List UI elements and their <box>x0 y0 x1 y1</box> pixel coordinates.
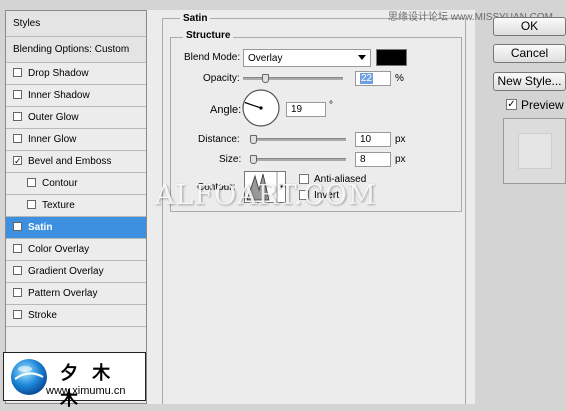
invert-label: Invert <box>314 190 340 201</box>
opacity-slider-track[interactable] <box>243 77 343 80</box>
opacity-value: 22 <box>360 73 374 84</box>
logo-url: www.ximumu.cn <box>46 385 126 397</box>
distance-slider-thumb[interactable] <box>249 135 257 144</box>
chevron-down-icon <box>358 55 366 60</box>
distance-value: 10 <box>360 134 372 145</box>
opacity-label: Opacity: <box>203 73 240 84</box>
style-item-label: Outer Glow <box>28 112 79 123</box>
style-checkbox[interactable] <box>13 112 22 121</box>
blend-mode-value: Overlay <box>248 53 283 64</box>
structure-title: Structure <box>183 30 234 41</box>
style-item-bevel-and-emboss[interactable]: ✓ Bevel and Emboss <box>6 151 146 173</box>
contour-picker[interactable] <box>244 171 286 203</box>
size-label: Size: <box>219 154 242 165</box>
style-checkbox[interactable] <box>13 134 22 143</box>
style-checkbox[interactable] <box>13 90 22 99</box>
size-value: 8 <box>360 154 366 165</box>
distance-unit: px <box>395 134 406 145</box>
preview-label: Preview <box>521 98 564 112</box>
contour-curve-icon <box>245 172 284 202</box>
new-style-button[interactable]: New Style... <box>493 72 566 91</box>
style-item-label: Texture <box>42 200 75 211</box>
contour-label: Contour: <box>197 182 236 193</box>
style-item-satin[interactable]: ✓ Satin <box>6 217 146 239</box>
ok-button[interactable]: OK <box>493 17 566 36</box>
angle-unit: ° <box>329 100 333 111</box>
blending-options-label: Blending Options: Custom <box>13 44 130 55</box>
style-checkbox[interactable] <box>13 288 22 297</box>
style-checkbox[interactable] <box>13 68 22 77</box>
ximumu-logo: 夕 木 木 www.ximumu.cn <box>3 352 146 410</box>
blend-color-swatch[interactable] <box>376 49 407 66</box>
style-item-label: Bevel and Emboss <box>28 156 112 167</box>
style-item-pattern-overlay[interactable]: Pattern Overlay <box>6 283 146 305</box>
style-item-label: Color Overlay <box>28 244 90 255</box>
style-checkbox[interactable] <box>13 310 22 319</box>
style-item-drop-shadow[interactable]: Drop Shadow <box>6 63 146 85</box>
preview-swatch <box>503 118 566 184</box>
opacity-unit: % <box>395 73 404 84</box>
size-slider-thumb[interactable] <box>249 155 257 164</box>
style-checkbox[interactable]: ✓ <box>13 222 22 232</box>
style-item-contour[interactable]: Contour <box>6 173 146 195</box>
style-checkbox[interactable] <box>27 200 36 209</box>
style-item-gradient-overlay[interactable]: Gradient Overlay <box>6 261 146 283</box>
style-item-label: Pattern Overlay <box>28 288 98 299</box>
style-checkbox[interactable] <box>13 266 22 275</box>
style-item-outer-glow[interactable]: Outer Glow <box>6 107 146 129</box>
blending-options-row[interactable]: Blending Options: Custom <box>6 37 146 63</box>
preview-check-icon: ✓ <box>507 99 516 110</box>
distance-slider-track[interactable] <box>250 138 346 141</box>
preview-thumbnail <box>518 133 552 169</box>
style-item-label: Inner Glow <box>28 134 77 145</box>
style-checkbox[interactable]: ✓ <box>13 156 22 166</box>
anti-aliased-checkbox[interactable] <box>299 174 309 184</box>
style-item-texture[interactable]: Texture <box>6 195 146 217</box>
angle-input[interactable]: 19 <box>286 102 326 117</box>
preview-checkbox[interactable]: ✓ <box>506 99 517 110</box>
angle-value: 19 <box>291 104 303 115</box>
angle-dial[interactable] <box>241 88 281 128</box>
anti-aliased-label: Anti-aliased <box>314 174 367 185</box>
style-item-label: Satin <box>28 222 53 233</box>
cancel-button[interactable]: Cancel <box>493 44 566 63</box>
style-checkbox[interactable] <box>27 178 36 187</box>
style-item-stroke[interactable]: Stroke <box>6 305 146 327</box>
angle-label: Angle: <box>210 104 242 116</box>
styles-header-label: Styles <box>13 18 41 29</box>
style-item-label: Inner Shadow <box>28 90 90 101</box>
blend-mode-label: Blend Mode: <box>184 52 241 63</box>
style-item-inner-glow[interactable]: Inner Glow <box>6 129 146 151</box>
styles-header[interactable]: Styles <box>6 11 146 37</box>
distance-label: Distance: <box>198 134 240 145</box>
invert-checkbox[interactable] <box>299 190 309 200</box>
ok-label: OK <box>520 19 539 33</box>
style-checkbox[interactable] <box>13 244 22 253</box>
globe-logo-icon <box>11 359 47 395</box>
size-slider-track[interactable] <box>250 158 346 161</box>
styles-list-panel: Styles Blending Options: Custom Drop Sha… <box>5 10 147 404</box>
distance-input[interactable]: 10 <box>355 132 391 147</box>
opacity-input[interactable]: 22 <box>355 71 391 86</box>
blend-mode-select[interactable]: Overlay <box>243 49 371 67</box>
satin-heading: Satin <box>180 13 211 24</box>
style-item-label: Stroke <box>28 310 57 321</box>
satin-panel: Structure Blend Mode: Overlay Opacity: 2… <box>147 10 475 404</box>
opacity-slider-thumb[interactable] <box>262 74 269 83</box>
size-unit: px <box>395 154 406 165</box>
style-item-color-overlay[interactable]: Color Overlay <box>6 239 146 261</box>
style-item-label: Drop Shadow <box>28 68 89 79</box>
size-input[interactable]: 8 <box>355 152 391 167</box>
new-style-label: New Style... <box>497 74 562 88</box>
cancel-label: Cancel <box>510 46 549 60</box>
style-item-inner-shadow[interactable]: Inner Shadow <box>6 85 146 107</box>
style-item-label: Contour <box>42 178 78 189</box>
style-item-label: Gradient Overlay <box>28 266 104 277</box>
